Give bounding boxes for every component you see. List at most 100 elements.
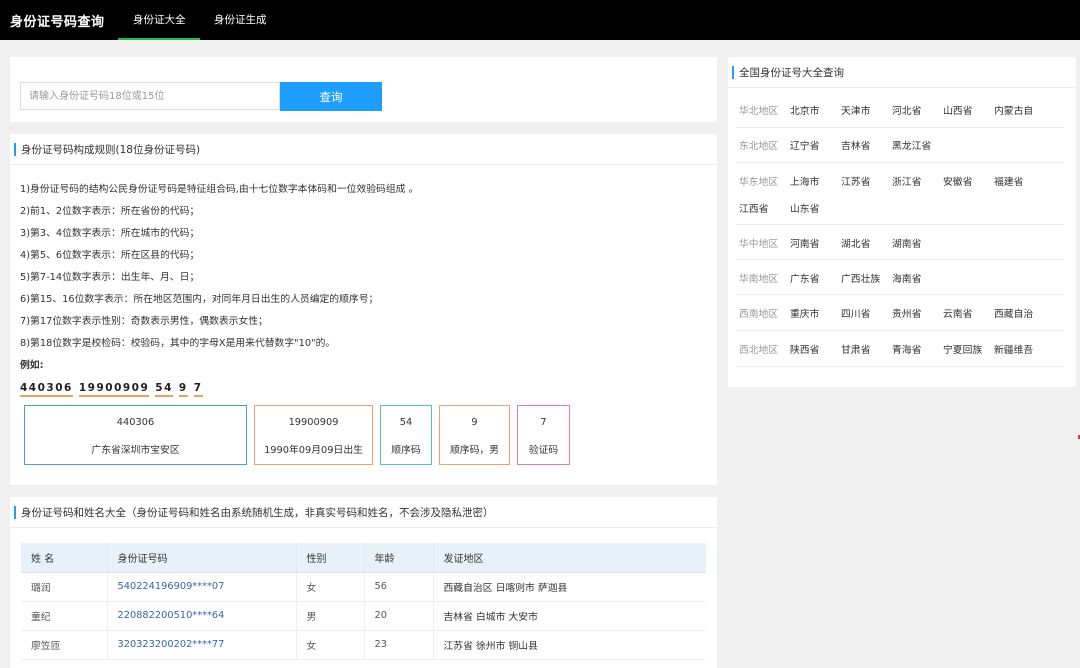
region-group-south: 华南地区 广东省 广西壮族 海南省 (736, 260, 1064, 295)
table-row: 童纪 220882200510****64 男 20 吉林省 白城市 大安市 (21, 601, 706, 631)
cell-age: 56 (364, 572, 434, 602)
segment-value: 440306 (116, 417, 155, 428)
rule-line: 7)第17位数字表示性别：奇数表示男性，偶数表示女性； (20, 316, 268, 327)
province-link[interactable]: 海南省 (892, 271, 921, 285)
table-row: 廖笠匝 320323200202****77 女 23 江苏省 徐州市 铜山县 (21, 630, 706, 660)
segment-region: 440306 广东省深圳市宝安区 (24, 405, 247, 465)
province-link[interactable]: 云南省 (943, 306, 972, 320)
col-header-id: 身份证号码 (107, 543, 297, 573)
col-header-gender: 性别 (296, 543, 365, 573)
region-label: 华东地区 (739, 177, 779, 188)
rules-panel-header: 身份证号码构成规则(18位身份证号码) (10, 134, 717, 165)
province-link[interactable]: 四川省 (841, 306, 870, 320)
region-label: 华北地区 (739, 106, 779, 117)
segment-value: 19900909 (288, 417, 339, 428)
segment-birth: 19900909 1990年09月09日出生 (254, 405, 373, 465)
example-id-number: 440306 19900909 54 9 7 (20, 382, 209, 397)
segment-sequence: 54 顺序码 (380, 405, 432, 465)
rule-line: 3)第3、4位数字表示：所在城市的代码； (20, 228, 200, 239)
cell-id-link[interactable]: 540224196909****07 (107, 572, 297, 602)
region-label: 东北地区 (739, 141, 779, 152)
cell-name: 璐润 (21, 572, 108, 602)
segment-value: 54 (399, 417, 413, 428)
province-link[interactable]: 河北省 (892, 103, 921, 117)
cell-region: 江苏省 徐州市 铜山县 (433, 630, 706, 660)
province-link[interactable]: 内蒙古自 (994, 103, 1033, 117)
province-link[interactable]: 西藏自治 (994, 306, 1033, 320)
province-link[interactable]: 贵州省 (892, 306, 921, 320)
segment-desc: 验证码 (528, 445, 559, 456)
tab-id-generate[interactable]: 身份证生成 (214, 12, 267, 27)
segment-gender: 9 顺序码，男 (439, 405, 510, 465)
region-group-east: 华东地区 上海市 江苏省 浙江省 安徽省 福建省 江西省 山东省 (736, 163, 1064, 225)
province-link[interactable]: 辽宁省 (790, 138, 819, 152)
rules-title: 身份证号码构成规则(18位身份证号码) (21, 144, 201, 156)
province-link[interactable]: 吉林省 (841, 138, 870, 152)
region-label: 西南地区 (739, 309, 779, 320)
example-label: 例如: (20, 360, 44, 371)
cell-gender: 女 (296, 630, 365, 660)
province-link[interactable]: 浙江省 (892, 174, 921, 188)
province-link[interactable]: 广西壮族 (841, 271, 880, 285)
cell-gender: 男 (296, 601, 365, 631)
province-link[interactable]: 安徽省 (943, 174, 972, 188)
id-table: 姓 名 身份证号码 性别 年龄 发证地区 璐润 540224196909****… (21, 543, 706, 660)
province-link[interactable]: 山东省 (790, 201, 819, 215)
province-link[interactable]: 天津市 (841, 103, 870, 117)
cell-id-link[interactable]: 220882200510****64 (107, 601, 297, 631)
region-label: 华南地区 (739, 274, 779, 285)
province-link[interactable]: 重庆市 (790, 306, 819, 320)
segment-desc: 顺序码，男 (450, 445, 499, 456)
col-header-name: 姓 名 (21, 543, 108, 573)
cell-name: 童纪 (21, 601, 108, 631)
region-group-central: 华中地区 河南省 湖北省 湖南省 (736, 225, 1064, 260)
title-accent-bar (14, 143, 16, 156)
province-link[interactable]: 陕西省 (790, 342, 819, 356)
cell-region: 西藏自治区 日喀则市 萨迦县 (433, 572, 706, 602)
col-header-region: 发证地区 (433, 543, 706, 573)
province-link[interactable]: 福建省 (994, 174, 1023, 188)
rule-line: 4)第5、6位数字表示：所在区县的代码； (20, 250, 200, 261)
site-brand[interactable]: 身份证号码查询 (10, 11, 105, 30)
province-link[interactable]: 青海省 (892, 342, 921, 356)
province-link[interactable]: 新疆维吾 (994, 342, 1033, 356)
segment-desc: 1990年09月09日出生 (264, 445, 363, 456)
regions-panel-header: 全国身份证号大全查询 (728, 57, 1076, 88)
id-name-list-panel: 身份证号码和姓名大全（身份证号码和姓名由系统随机生成，非真实号码和姓名，不会涉及… (10, 497, 717, 668)
province-link[interactable]: 江西省 (739, 201, 768, 215)
table-row: 璐润 540224196909****07 女 56 西藏自治区 日喀则市 萨迦… (21, 572, 706, 602)
cell-name: 廖笠匝 (21, 630, 108, 660)
cell-id-link[interactable]: 320323200202****77 (107, 630, 297, 660)
region-group-southwest: 西南地区 重庆市 四川省 贵州省 云南省 西藏自治 (736, 295, 1064, 331)
segment-desc: 广东省深圳市宝安区 (91, 445, 180, 456)
rule-line: 1)身份证号码的结构公民身份证号码是特征组合码,由十七位数字本体码和一位效验码组… (20, 184, 419, 195)
region-label: 华中地区 (739, 239, 779, 250)
province-link[interactable]: 山西省 (943, 103, 972, 117)
region-group-north: 华北地区 北京市 天津市 河北省 山西省 内蒙古自 (736, 93, 1064, 128)
segment-value: 7 (540, 417, 547, 428)
tab-id-list[interactable]: 身份证大全 (133, 12, 186, 27)
id-search-input[interactable] (20, 82, 280, 110)
province-link[interactable]: 北京市 (790, 103, 819, 117)
table-panel-header: 身份证号码和姓名大全（身份证号码和姓名由系统随机生成，非真实号码和姓名，不会涉及… (10, 497, 717, 528)
rule-line: 5)第7-14位数字表示：出生年、月、日； (20, 272, 200, 283)
search-button[interactable]: 查询 (280, 82, 382, 111)
cell-gender: 女 (296, 572, 365, 602)
table-title: 身份证号码和姓名大全（身份证号码和姓名由系统随机生成，非真实号码和姓名，不会涉及… (21, 507, 494, 519)
id-part-birth: 19900909 (78, 382, 150, 397)
province-link[interactable]: 河南省 (790, 236, 819, 250)
province-link[interactable]: 广东省 (790, 271, 819, 285)
region-group-northeast: 东北地区 辽宁省 吉林省 黑龙江省 (736, 128, 1064, 163)
cell-age: 20 (364, 601, 434, 631)
region-label: 西北地区 (739, 345, 779, 356)
active-tab-indicator (118, 38, 200, 40)
cell-region: 吉林省 白城市 大安市 (433, 601, 706, 631)
province-link[interactable]: 江苏省 (841, 174, 870, 188)
province-link[interactable]: 宁夏回族 (943, 342, 982, 356)
province-link[interactable]: 上海市 (790, 174, 819, 188)
province-link[interactable]: 湖南省 (892, 236, 921, 250)
province-link[interactable]: 黑龙江省 (892, 138, 931, 152)
province-link[interactable]: 湖北省 (841, 236, 870, 250)
id-part-region: 440306 (20, 382, 73, 397)
province-link[interactable]: 甘肃省 (841, 342, 870, 356)
